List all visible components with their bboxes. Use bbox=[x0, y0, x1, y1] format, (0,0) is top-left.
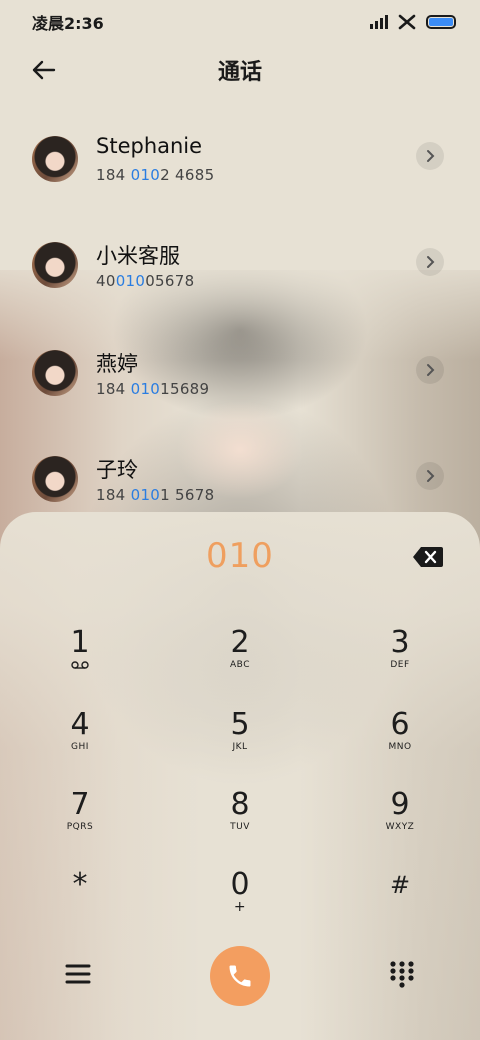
page-title: 通话 bbox=[217, 60, 262, 85]
contact-name: 子玲 bbox=[96, 458, 138, 482]
key-5[interactable]: 5 JKL bbox=[195, 708, 285, 772]
chevron-right-icon bbox=[427, 256, 435, 268]
status-bar: 凌晨2:36 bbox=[0, 0, 480, 44]
dialpad-panel: 010 1 2 ABC 3 DEF 4 GHI 5 JKL 6 MNO 7 PQ… bbox=[0, 512, 480, 1040]
key-1[interactable]: 1 bbox=[35, 626, 125, 690]
key-8[interactable]: 8 TUV bbox=[195, 788, 285, 852]
avatar bbox=[32, 456, 78, 502]
key-6[interactable]: 6 MNO bbox=[355, 708, 445, 772]
chevron-right-icon bbox=[427, 470, 435, 482]
contact-item-xiaomi-service[interactable]: 小米客服 4001005678 bbox=[0, 232, 480, 312]
contact-name: Stephanie bbox=[96, 134, 203, 158]
avatar bbox=[32, 242, 78, 288]
avatar bbox=[32, 350, 78, 396]
key-hash[interactable]: # bbox=[355, 868, 445, 932]
key-4[interactable]: 4 GHI bbox=[35, 708, 125, 772]
key-0[interactable]: 0 + bbox=[195, 868, 285, 932]
voicemail-icon bbox=[71, 661, 89, 669]
chevron-right-icon bbox=[427, 364, 435, 376]
menu-icon[interactable] bbox=[64, 962, 92, 986]
dialpad-grid-icon[interactable] bbox=[388, 960, 416, 988]
status-icons bbox=[370, 14, 456, 30]
dialpad-actions bbox=[0, 942, 480, 1006]
backspace-icon[interactable] bbox=[412, 546, 444, 568]
status-time: 凌晨2:36 bbox=[32, 14, 104, 33]
contact-item-yanting[interactable]: 燕婷 184 01015689 bbox=[0, 340, 480, 420]
contact-number: 184 01015689 bbox=[96, 380, 210, 398]
signal-icon bbox=[370, 15, 388, 29]
contact-detail-button[interactable] bbox=[416, 248, 444, 276]
key-7[interactable]: 7 PQRS bbox=[35, 788, 125, 852]
dialed-number: 010 bbox=[206, 536, 274, 576]
avatar bbox=[32, 136, 78, 182]
contact-name: 小米客服 bbox=[96, 244, 180, 268]
no-signal-x-icon bbox=[398, 14, 416, 30]
contact-number: 184 0102 4685 bbox=[96, 166, 215, 184]
phone-icon bbox=[229, 965, 251, 987]
contact-detail-button[interactable] bbox=[416, 462, 444, 490]
contact-detail-button[interactable] bbox=[416, 356, 444, 384]
call-button[interactable] bbox=[210, 946, 270, 1006]
battery-icon bbox=[426, 15, 456, 29]
contact-detail-button[interactable] bbox=[416, 142, 444, 170]
contact-name: 燕婷 bbox=[96, 352, 138, 376]
key-3[interactable]: 3 DEF bbox=[355, 626, 445, 690]
chevron-right-icon bbox=[427, 150, 435, 162]
header: 通话 bbox=[0, 48, 480, 92]
key-star[interactable]: * bbox=[35, 868, 125, 932]
contact-number: 4001005678 bbox=[96, 272, 195, 290]
key-2[interactable]: 2 ABC bbox=[195, 626, 285, 690]
back-arrow-icon[interactable] bbox=[28, 54, 60, 86]
contact-item-stephanie[interactable]: Stephanie 184 0102 4685 bbox=[0, 126, 480, 206]
contact-number: 184 0101 5678 bbox=[96, 486, 215, 504]
key-9[interactable]: 9 WXYZ bbox=[355, 788, 445, 852]
